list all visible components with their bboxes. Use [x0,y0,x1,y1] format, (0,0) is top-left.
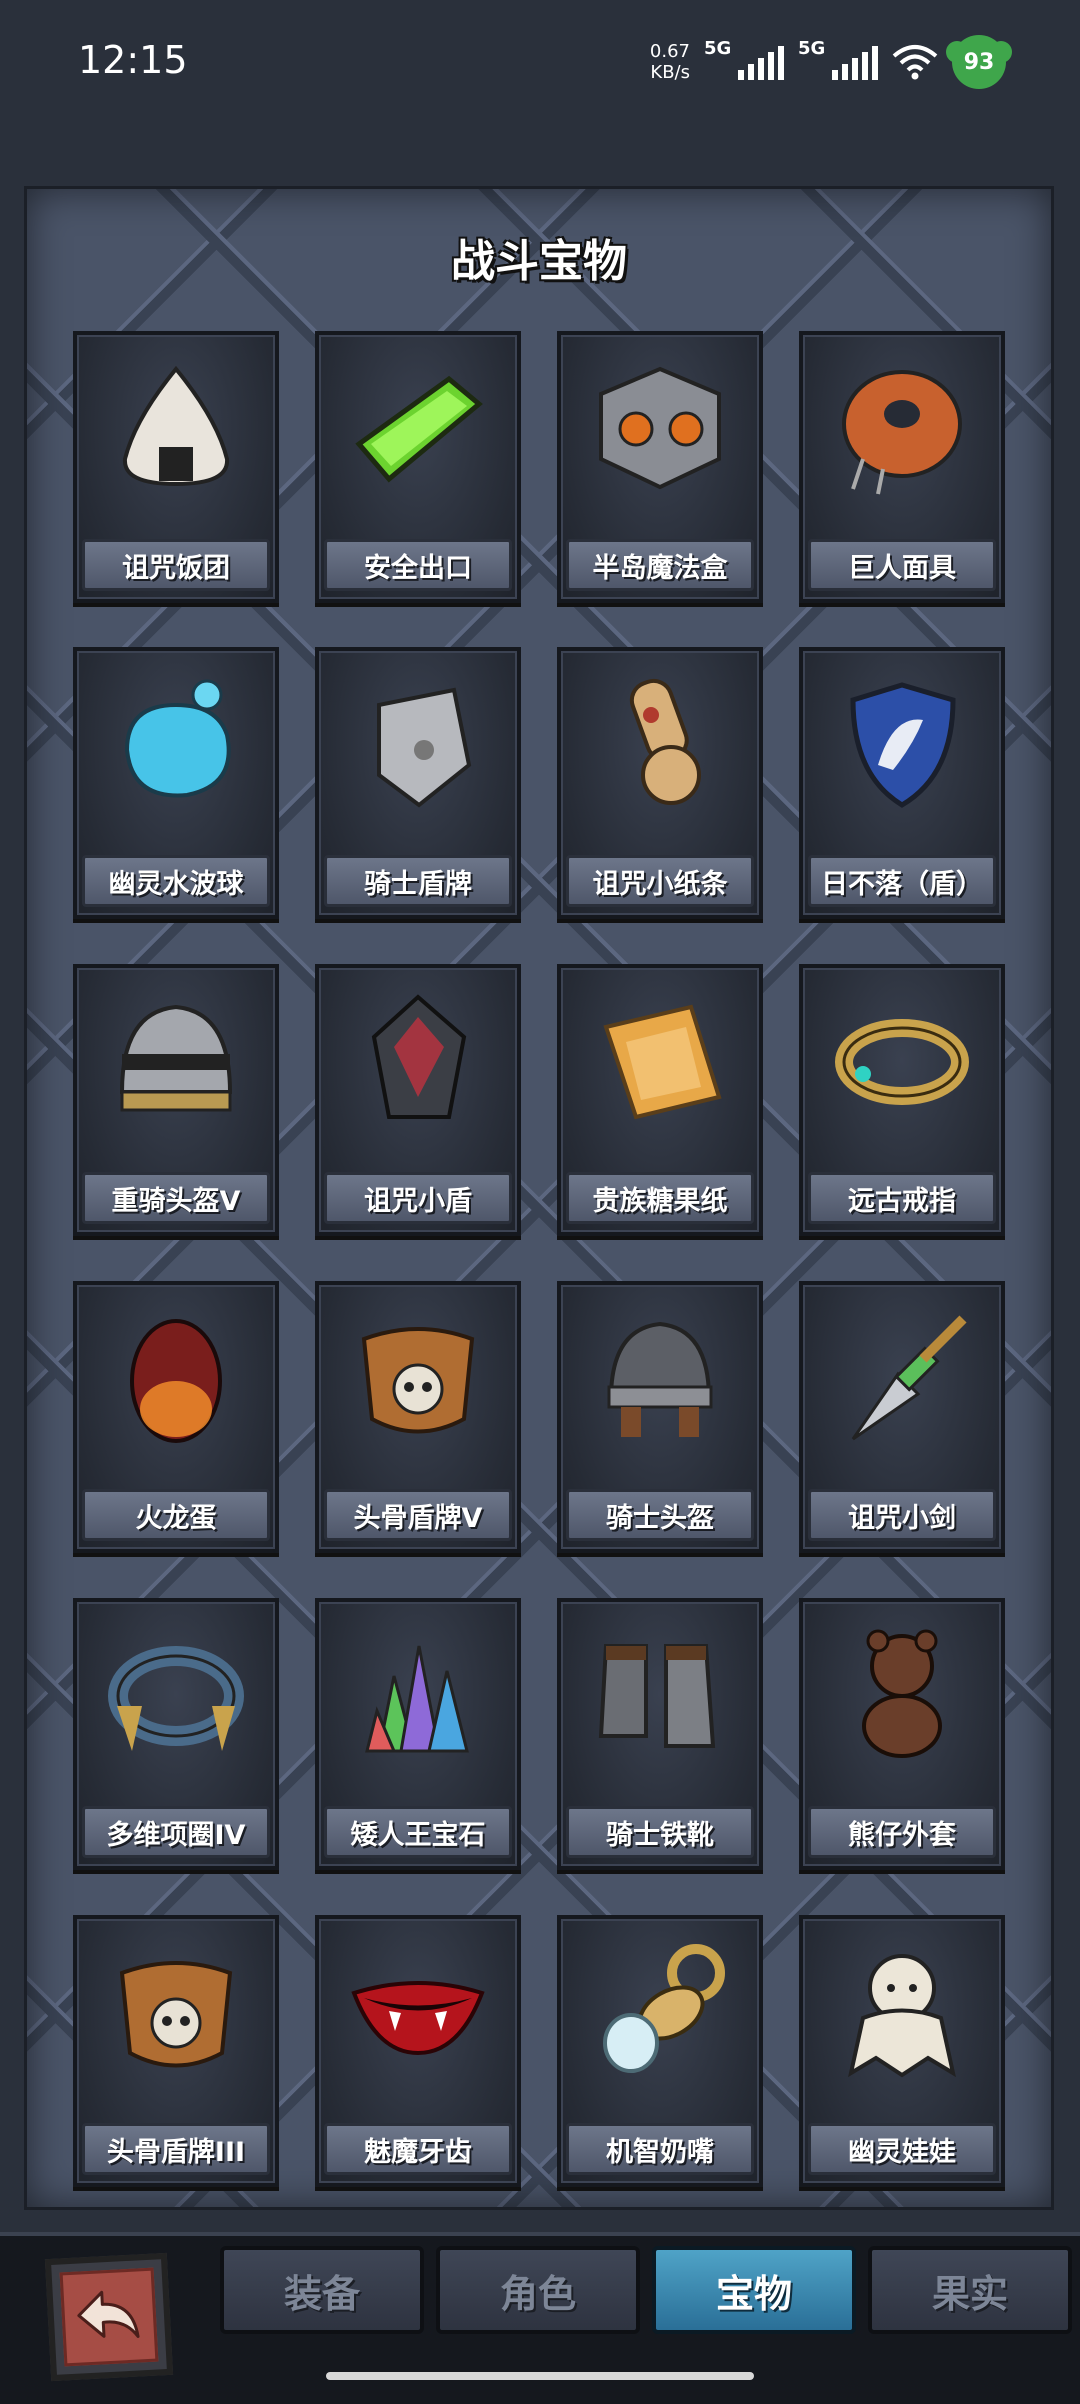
treasure-card[interactable]: 骑士头盔 [557,1281,763,1553]
dragon-egg-icon [97,1299,255,1457]
treasure-label: 幽灵娃娃 [808,2123,996,2175]
ghost-doll-icon [823,1933,981,2091]
treasure-label: 日不落（盾） [808,855,996,907]
treasure-card[interactable]: 多维项圈IV [73,1598,279,1870]
signal-icon: 5G [798,38,878,80]
treasure-panel: 战斗宝物 诅咒饭团 安全出口 半岛魔法盒 巨人面具幽灵水波球 骑士盾牌 诅咒小纸条 日不落（… [24,186,1054,2210]
treasure-card[interactable]: 魅魔牙齿 [315,1915,521,2187]
magic-box-icon [581,349,739,507]
back-arrow-icon [77,2290,140,2339]
signal-icon: 5G [704,38,784,80]
exit-sign-icon [339,349,497,507]
tab-fruits[interactable]: 果实 [868,2246,1072,2334]
treasure-card[interactable]: 诅咒小盾 [315,964,521,1236]
treasure-label: 诅咒小盾 [324,1172,512,1224]
water-orb-icon [97,665,255,823]
treasure-card[interactable]: 诅咒小剑 [799,1281,1005,1553]
gem-cluster-icon [339,1616,497,1774]
scroll-icon [581,665,739,823]
treasure-card[interactable]: 熊仔外套 [799,1598,1005,1870]
tab-equipment[interactable]: 装备 [220,2246,424,2334]
treasure-card[interactable]: 幽灵水波球 [73,647,279,919]
treasure-card[interactable]: 头骨盾牌III [73,1915,279,2187]
home-indicator[interactable] [326,2372,754,2380]
treasure-label: 机智奶嘴 [566,2123,754,2175]
knight-shield-icon [339,665,497,823]
rice-ball-icon [97,349,255,507]
treasure-card[interactable]: 半岛魔法盒 [557,331,763,603]
ancient-ring-icon [823,982,981,1140]
cursed-dagger-icon [823,1299,981,1457]
pacifier-icon [581,1933,739,2091]
treasure-label: 骑士铁靴 [566,1806,754,1858]
treasure-card[interactable]: 贵族糖果纸 [557,964,763,1236]
treasure-label: 巨人面具 [808,539,996,591]
treasure-label: 重骑头盔V [82,1172,270,1224]
treasure-card[interactable]: 骑士铁靴 [557,1598,763,1870]
iron-boots-icon [581,1616,739,1774]
tab-characters[interactable]: 角色 [436,2246,640,2334]
teddy-bear-icon [823,1616,981,1774]
treasure-label: 头骨盾牌III [82,2123,270,2175]
knight-helmet-icon [581,1299,739,1457]
treasure-label: 多维项圈IV [82,1806,270,1858]
treasure-card[interactable]: 头骨盾牌V [315,1281,521,1553]
network-speed: 0.67 KB/s [649,41,690,83]
treasure-card[interactable]: 重骑头盔V [73,964,279,1236]
heavy-helmet-icon [97,982,255,1140]
treasure-card[interactable]: 机智奶嘴 [557,1915,763,2187]
treasure-card[interactable]: 日不落（盾） [799,647,1005,919]
skull-shield-icon [97,1933,255,2091]
treasure-label: 半岛魔法盒 [566,539,754,591]
candy-wrapper-icon [581,982,739,1140]
treasure-label: 贵族糖果纸 [566,1172,754,1224]
treasure-label: 熊仔外套 [808,1806,996,1858]
status-bar: 12:15 0.67 KB/s 5G 5G 93 [0,0,1080,130]
treasure-card[interactable]: 巨人面具 [799,331,1005,603]
battery-indicator: 93 [946,35,1012,89]
treasure-label: 远古戒指 [808,1172,996,1224]
treasure-label: 矮人王宝石 [324,1806,512,1858]
treasure-label: 头骨盾牌V [324,1489,512,1541]
back-button[interactable] [44,2252,174,2382]
treasure-card[interactable]: 安全出口 [315,331,521,603]
collar-icon [97,1616,255,1774]
treasure-label: 骑士盾牌 [324,855,512,907]
giant-mask-icon [823,349,981,507]
treasure-label: 诅咒小纸条 [566,855,754,907]
treasure-label: 诅咒饭团 [82,539,270,591]
treasure-card[interactable]: 幽灵娃娃 [799,1915,1005,2187]
status-icons: 0.67 KB/s 5G 5G 93 [649,34,1012,90]
treasure-label: 诅咒小剑 [808,1489,996,1541]
treasure-card[interactable]: 诅咒饭团 [73,331,279,603]
treasure-card[interactable]: 矮人王宝石 [315,1598,521,1870]
treasure-label: 火龙蛋 [82,1489,270,1541]
treasure-card[interactable]: 远古戒指 [799,964,1005,1236]
clock: 12:15 [78,38,188,82]
treasure-label: 骑士头盔 [566,1489,754,1541]
cursed-shield-icon [339,982,497,1140]
treasure-label: 魅魔牙齿 [324,2123,512,2175]
tab-treasures[interactable]: 宝物 [652,2246,856,2334]
unicorn-shield-icon [823,665,981,823]
treasure-label: 幽灵水波球 [82,855,270,907]
treasure-grid: 诅咒饭团 安全出口 半岛魔法盒 巨人面具幽灵水波球 骑士盾牌 诅咒小纸条 日不落（盾） 重骑头… [73,331,1013,2187]
treasure-card[interactable]: 诅咒小纸条 [557,647,763,919]
skull-shield-icon [339,1299,497,1457]
wifi-icon [892,45,938,80]
vampire-lips-icon [339,1933,497,2091]
treasure-label: 安全出口 [324,539,512,591]
panel-title: 战斗宝物 [451,236,627,287]
treasure-card[interactable]: 骑士盾牌 [315,647,521,919]
treasure-card[interactable]: 火龙蛋 [73,1281,279,1553]
